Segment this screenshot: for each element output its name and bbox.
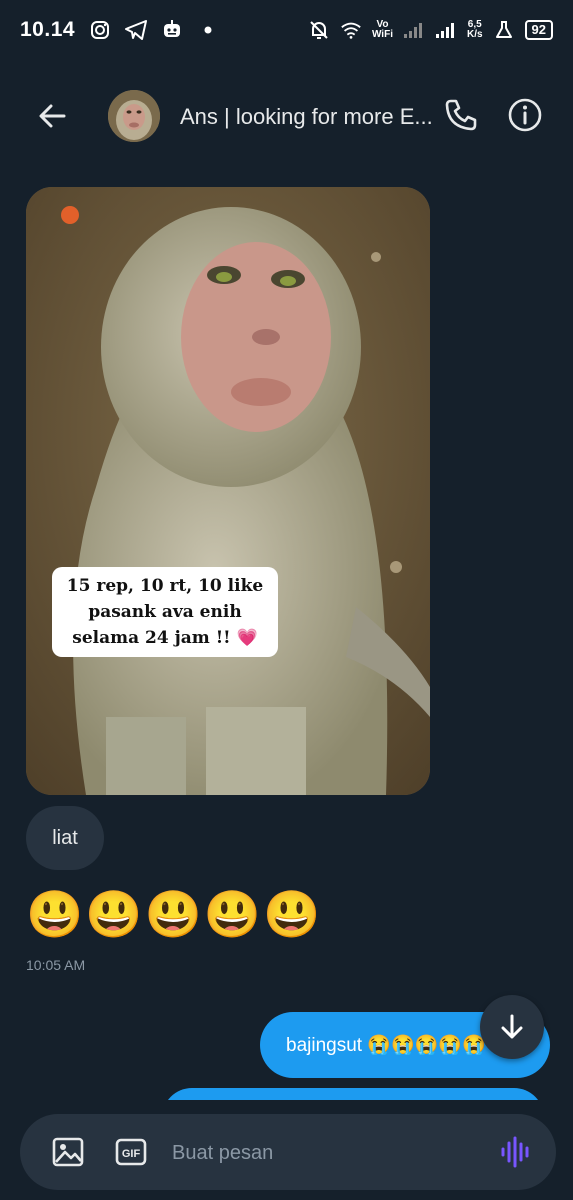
vowifi-label: Vo WiFi bbox=[371, 19, 393, 40]
flask-icon bbox=[493, 19, 515, 41]
network-speed: 6,5 K/s bbox=[466, 19, 483, 40]
telegram-icon bbox=[125, 19, 148, 41]
image-caption: 15 rep, 10 rt, 10 like pasank ava enih s… bbox=[52, 567, 278, 657]
gif-icon: GIF bbox=[115, 1138, 147, 1166]
wifi-icon bbox=[340, 19, 362, 41]
monkey-photo bbox=[26, 187, 430, 795]
avatar[interactable] bbox=[108, 90, 160, 142]
received-message-text: liat bbox=[52, 826, 78, 849]
composer: GIF bbox=[20, 1114, 556, 1190]
call-button[interactable] bbox=[442, 96, 480, 134]
add-media-button[interactable] bbox=[50, 1134, 86, 1170]
mute-bell-icon bbox=[308, 19, 330, 41]
add-gif-button[interactable]: GIF bbox=[115, 1136, 147, 1168]
signal-icon bbox=[403, 19, 425, 41]
voice-wave-icon bbox=[501, 1136, 529, 1168]
status-time: 10.14 bbox=[20, 18, 76, 41]
sent-message-text: bajingsut 😭😭😭😭😭 bbox=[286, 1035, 486, 1056]
caption-line-1: 15 rep, 10 rt, 10 like bbox=[66, 576, 264, 596]
conversation-title[interactable]: Ans | looking for more E... bbox=[180, 104, 438, 130]
conversation-header: Ans | looking for more E... bbox=[0, 78, 573, 154]
image-icon bbox=[52, 1137, 84, 1167]
received-message[interactable]: liat bbox=[26, 806, 104, 870]
image-message[interactable]: 15 rep, 10 rt, 10 like pasank ava enih s… bbox=[26, 187, 430, 795]
back-arrow-icon bbox=[39, 104, 66, 128]
emoji-message[interactable]: 😃😃😃😃😃 bbox=[26, 888, 322, 940]
message-timestamp: 10:05 AM bbox=[26, 957, 86, 973]
battery-indicator: 92 bbox=[524, 20, 553, 40]
status-bar: 10.14 Vo WiFi 6,5 K/s 92 bbox=[0, 0, 573, 60]
phone-icon bbox=[445, 99, 477, 131]
arrow-down-icon bbox=[501, 1014, 523, 1039]
info-button[interactable] bbox=[506, 96, 544, 134]
bot-app-icon bbox=[161, 19, 183, 41]
notification-dot-icon bbox=[197, 19, 219, 41]
voice-message-button[interactable] bbox=[498, 1134, 534, 1170]
caption-line-3: selama 24 jam !! 💗 bbox=[72, 628, 258, 648]
svg-text:GIF: GIF bbox=[122, 1148, 141, 1160]
caption-line-2: pasank ava enih bbox=[88, 602, 242, 622]
instagram-icon bbox=[89, 19, 111, 41]
back-button[interactable] bbox=[34, 98, 70, 134]
info-icon bbox=[508, 98, 542, 132]
message-input[interactable] bbox=[170, 1132, 474, 1174]
signal-icon-2 bbox=[435, 19, 457, 41]
monkey-avatar-image bbox=[108, 90, 160, 142]
scroll-to-bottom-button[interactable] bbox=[480, 995, 544, 1059]
